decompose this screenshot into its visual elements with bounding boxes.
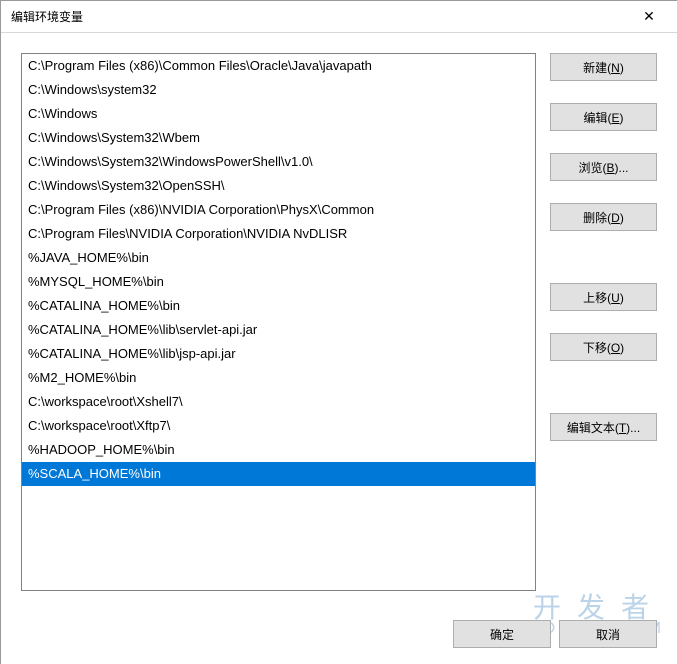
browse-button[interactable]: 浏览(B)... [550,153,657,181]
path-list-item[interactable]: %SCALA_HOME%\bin [22,462,535,486]
path-list-item[interactable]: %CATALINA_HOME%\lib\jsp-api.jar [22,342,535,366]
ok-button[interactable]: 确定 [453,620,551,648]
new-button[interactable]: 新建(N) [550,53,657,81]
bottom-button-bar: 确定 取消 [453,620,657,648]
path-list-item[interactable]: %M2_HOME%\bin [22,366,535,390]
edit-button[interactable]: 编辑(E) [550,103,657,131]
path-list-item[interactable]: C:\Windows\System32\OpenSSH\ [22,174,535,198]
path-list-item[interactable]: %MYSQL_HOME%\bin [22,270,535,294]
edit-text-button[interactable]: 编辑文本(T)... [550,413,657,441]
path-list-item[interactable]: C:\Program Files (x86)\NVIDIA Corporatio… [22,198,535,222]
path-list-item[interactable]: %CATALINA_HOME%\bin [22,294,535,318]
path-list-item[interactable]: %CATALINA_HOME%\lib\servlet-api.jar [22,318,535,342]
path-list-item[interactable]: C:\Windows\system32 [22,78,535,102]
path-list-item[interactable]: C:\Windows [22,102,535,126]
path-listbox[interactable]: C:\Program Files (x86)\Common Files\Orac… [21,53,536,591]
move-down-button[interactable]: 下移(O) [550,333,657,361]
side-button-column: 新建(N) 编辑(E) 浏览(B)... 删除(D) 上移(U) 下移(O) 编… [550,53,657,591]
path-list-item[interactable]: C:\Windows\System32\Wbem [22,126,535,150]
path-list-item[interactable]: C:\Windows\System32\WindowsPowerShell\v1… [22,150,535,174]
dialog-content: C:\Program Files (x86)\Common Files\Orac… [1,33,677,603]
close-icon: ✕ [643,8,655,25]
close-button[interactable]: ✕ [629,2,669,32]
path-list-item[interactable]: %HADOOP_HOME%\bin [22,438,535,462]
path-list-item[interactable]: C:\Program Files\NVIDIA Corporation\NVID… [22,222,535,246]
path-list-item[interactable]: C:\workspace\root\Xftp7\ [22,414,535,438]
path-list-item[interactable]: %JAVA_HOME%\bin [22,246,535,270]
window-title: 编辑环境变量 [9,8,629,25]
titlebar: 编辑环境变量 ✕ [1,1,677,33]
path-list-item[interactable]: C:\Program Files (x86)\Common Files\Orac… [22,54,535,78]
cancel-button[interactable]: 取消 [559,620,657,648]
delete-button[interactable]: 删除(D) [550,203,657,231]
move-up-button[interactable]: 上移(U) [550,283,657,311]
path-list-item[interactable]: C:\workspace\root\Xshell7\ [22,390,535,414]
